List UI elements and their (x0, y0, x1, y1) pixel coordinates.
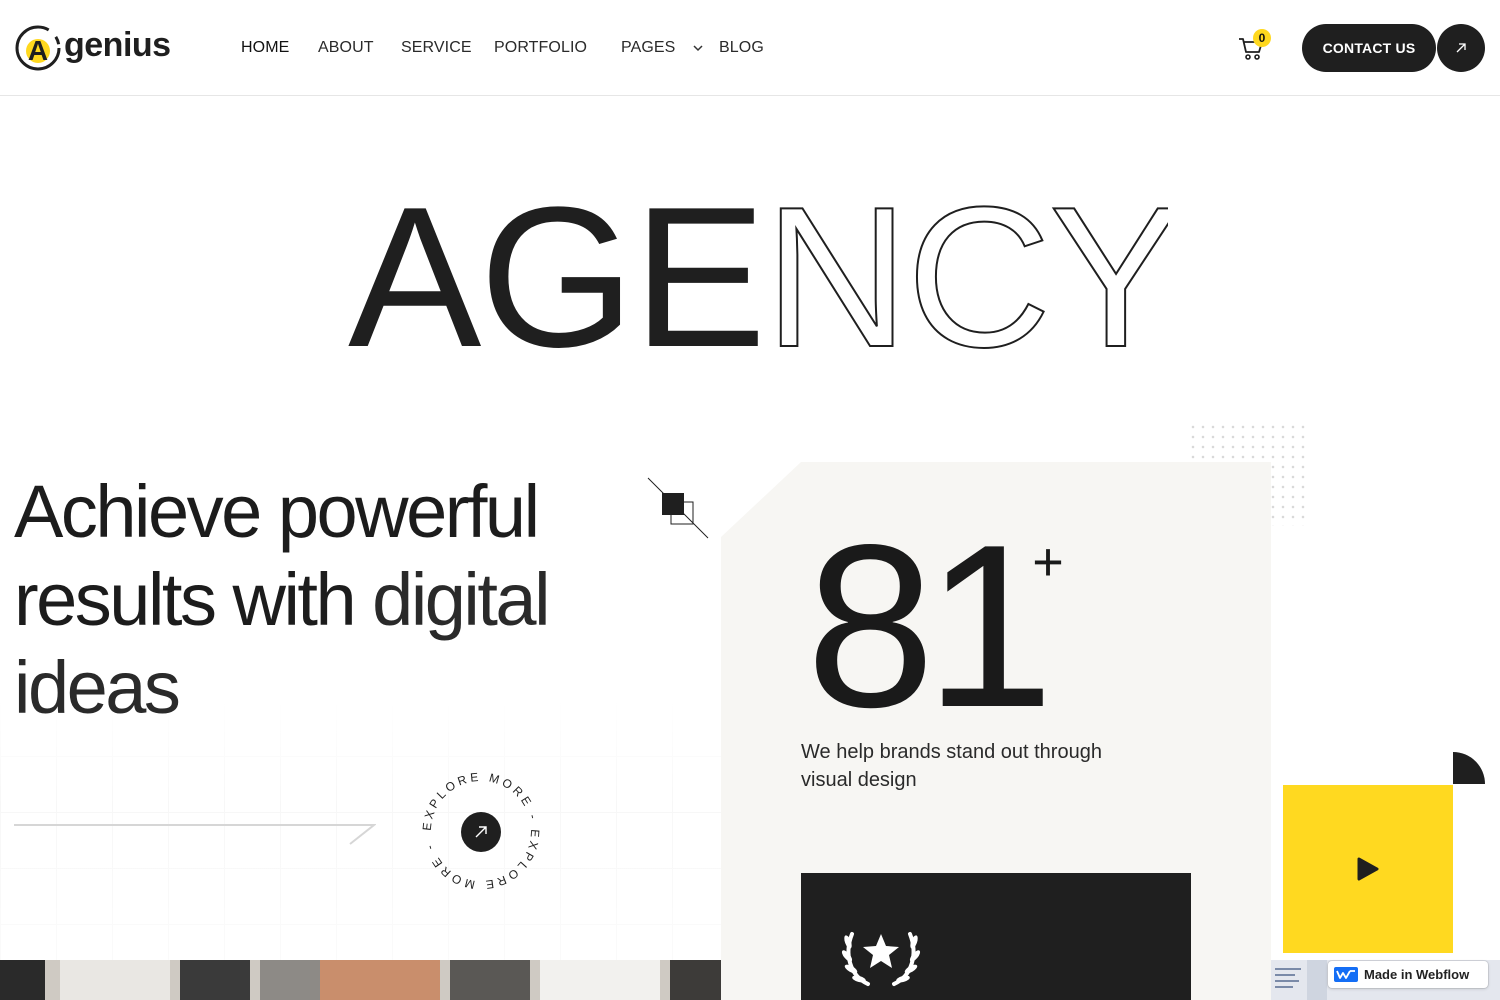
chevron-down-icon[interactable] (692, 42, 704, 54)
hero-heading: Achieve powerful results with digital id… (14, 468, 634, 732)
svg-text:A: A (28, 35, 48, 66)
stat-description: We help brands stand out through visual … (801, 741, 1102, 791)
webflow-logo-icon (1334, 967, 1358, 982)
nav-portfolio[interactable]: PORTFOLIO (494, 36, 587, 60)
office-photo (0, 960, 721, 1000)
hero-title-outline: NCY (764, 168, 1168, 368)
nav-home[interactable]: HOME (241, 36, 289, 60)
hero-title: AGENCY (348, 168, 1168, 368)
site-header: A genius HOME ABOUT SERVICE PORTFOLIO PA… (0, 0, 1500, 96)
nav-service[interactable]: SERVICE (401, 36, 472, 60)
hero-title-solid: AGE (348, 168, 764, 368)
contact-us-button[interactable]: CONTACT US (1302, 24, 1436, 72)
nav-blog[interactable]: BLOG (719, 36, 764, 60)
made-in-webflow-label: Made in Webflow (1364, 967, 1470, 982)
explore-more-button[interactable] (461, 812, 501, 852)
stat-suffix: + (1032, 540, 1064, 588)
nav-about[interactable]: ABOUT (318, 36, 374, 60)
made-in-webflow-badge[interactable]: Made in Webflow (1328, 961, 1488, 988)
decorative-slash-line (14, 824, 376, 845)
logo-mark-icon: A (15, 25, 61, 71)
stat-number: 81 (806, 497, 1054, 756)
contact-arrow-button[interactable] (1437, 24, 1485, 72)
svg-text:AGENCY: AGENCY (348, 168, 1168, 368)
plus-icon: + (1032, 540, 1064, 588)
logo-text: genius (64, 25, 171, 64)
decorative-squares-icon (647, 477, 709, 539)
play-icon (1357, 857, 1379, 881)
arrow-up-right-icon (1456, 43, 1466, 53)
laurel-star-icon (841, 932, 921, 986)
nav-pages[interactable]: PAGES (621, 36, 675, 60)
cart-count-badge: 0 (1253, 29, 1271, 47)
logo[interactable]: A genius (14, 22, 171, 74)
arrow-up-right-icon (475, 826, 487, 838)
quarter-circle-shape (1453, 752, 1485, 784)
play-video-button[interactable] (1283, 785, 1453, 953)
